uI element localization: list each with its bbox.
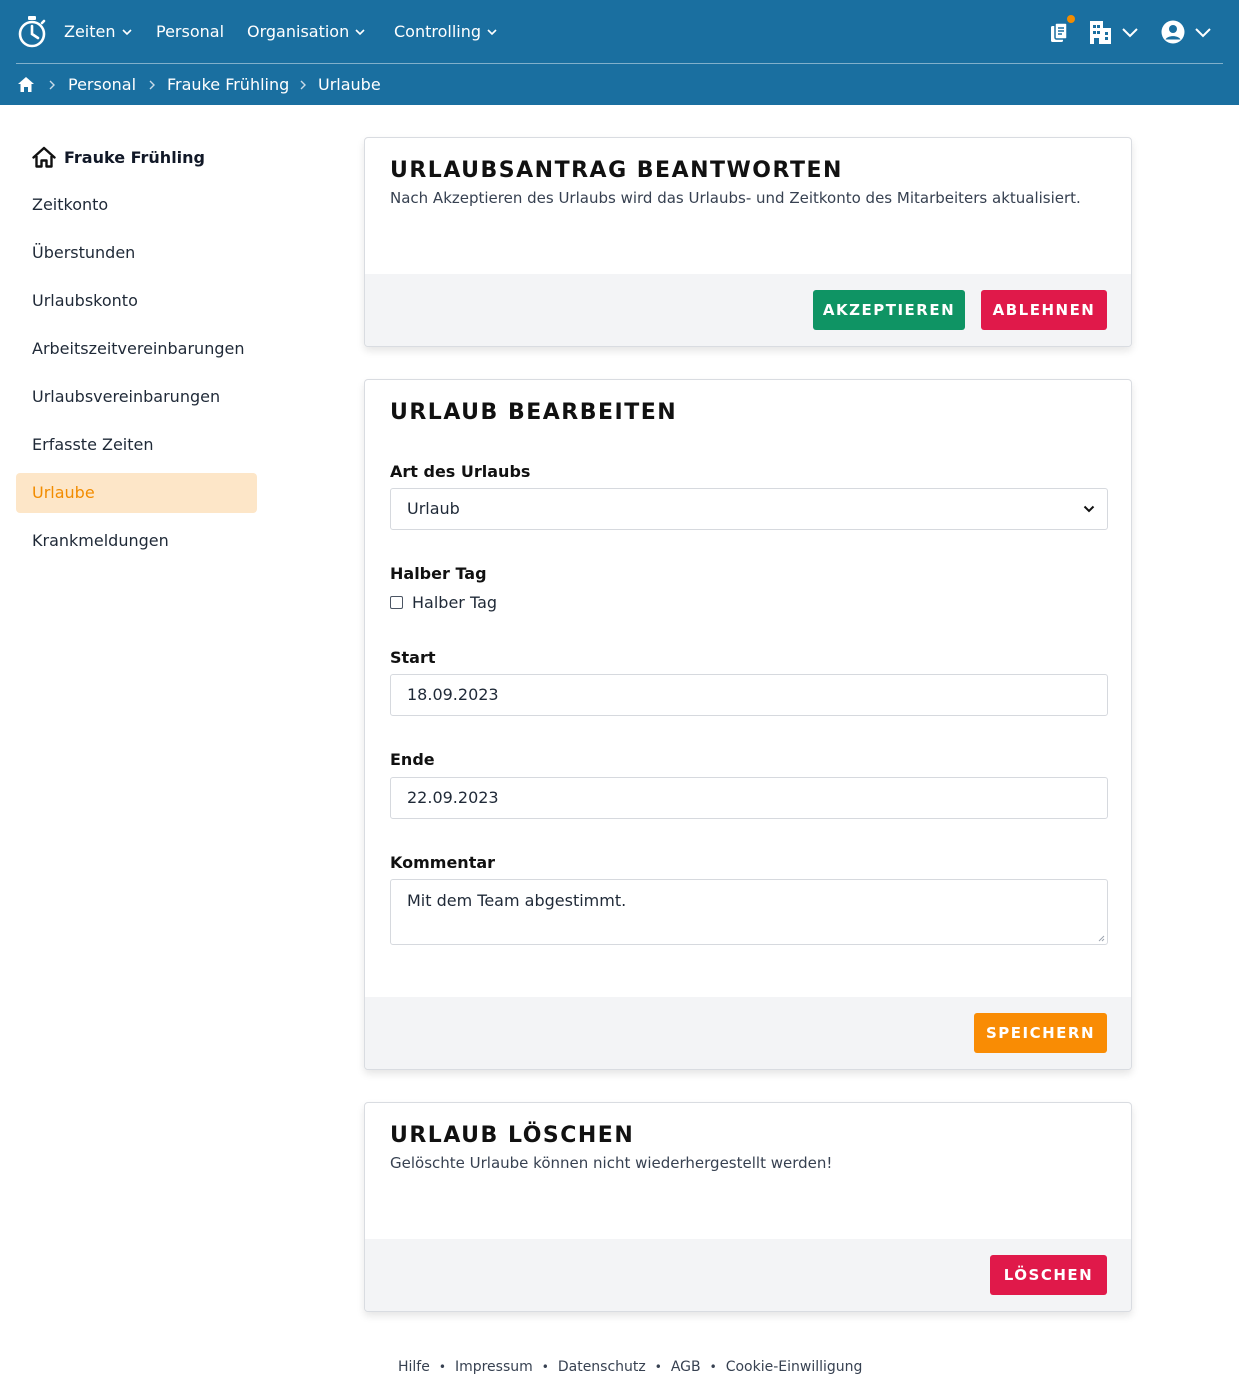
chevron-down-icon [121,29,132,36]
resize-handle-icon[interactable] [1097,934,1105,942]
delete-card-description: Gelöschte Urlaube können nicht wiederher… [390,1154,833,1172]
chevron-down-icon [1195,28,1211,38]
breadcrumb-personal[interactable]: Personal [68,74,136,96]
leave-type-value: Urlaub [407,499,460,518]
sidebar-item-erfasste-zeiten[interactable]: Erfasste Zeiten [16,425,257,465]
sidebar-item-urlaubsvereinbarungen[interactable]: Urlaubsvereinbarungen [16,377,257,417]
sidebar-item-arbeitszeitvereinbarungen[interactable]: Arbeitszeitvereinbarungen [16,329,257,369]
top-header: Zeiten Personal Organisation Controlling [0,0,1239,105]
delete-button[interactable]: LÖSCHEN [990,1255,1107,1295]
user-menu[interactable] [1161,19,1213,45]
half-day-label: Halber Tag [390,564,487,583]
chevron-right-icon [300,80,306,90]
reject-button[interactable]: ABLEHNEN [981,290,1107,330]
footer-separator: • [438,1360,446,1374]
edit-card-footer: SPEICHERN [365,997,1131,1069]
start-label: Start [390,648,436,667]
end-label: Ende [390,750,435,769]
nav-personal-label: Personal [156,22,225,41]
sidebar-employee-header[interactable]: Frauke Frühling [32,144,205,170]
comment-value: Mit dem Team abgestimmt. [407,891,627,910]
sidebar-item-zeitkonto[interactable]: Zeitkonto [16,185,257,225]
footer-link-cookie[interactable]: Cookie-Einwilligung [726,1359,863,1375]
sidebar-item-ueberstunden[interactable]: Überstunden [16,233,257,273]
sidebar-item-urlaube[interactable]: Urlaube [16,473,257,513]
clipboard-icon[interactable] [1049,21,1069,43]
breadcrumb-employee[interactable]: Frauke Frühling [167,74,289,96]
breadcrumb: Personal Frauke Frühling Urlaube [0,64,1239,105]
chevron-down-icon [355,29,365,36]
nav-personal[interactable]: Personal [156,20,224,44]
notification-dot [1067,15,1075,23]
organisation-switcher[interactable] [1089,19,1141,45]
save-button[interactable]: SPEICHERN [974,1013,1107,1053]
comment-textarea[interactable]: Mit dem Team abgestimmt. [390,879,1108,945]
footer-link-datenschutz[interactable]: Datenschutz [558,1359,646,1375]
main-navigation: Zeiten Personal Organisation Controlling [0,0,1239,63]
breadcrumb-urlaube[interactable]: Urlaube [318,74,381,96]
half-day-option[interactable]: Halber Tag [390,591,497,613]
end-date-input[interactable]: 22.09.2023 [390,777,1108,819]
chevron-right-icon [49,80,55,90]
stopwatch-logo-icon[interactable] [17,15,47,49]
home-icon[interactable] [17,76,35,93]
nav-organisation-label: Organisation [247,22,350,41]
delete-leave-card: URLAUB LÖSCHEN Gelöschte Urlaube können … [364,1102,1132,1312]
delete-card-footer: LÖSCHEN [365,1239,1131,1311]
chevron-down-icon [1083,505,1095,513]
footer-link-agb[interactable]: AGB [671,1359,701,1375]
nav-controlling-label: Controlling [394,22,482,41]
footer-link-hilfe[interactable]: Hilfe [398,1359,430,1375]
leave-type-select[interactable]: Urlaub [390,488,1108,530]
start-date-input[interactable]: 18.09.2023 [390,674,1108,716]
comment-label: Kommentar [390,853,496,872]
delete-card-title: URLAUB LÖSCHEN [390,1123,635,1148]
answer-card-description: Nach Akzeptieren des Urlaubs wird das Ur… [390,189,1081,207]
edit-card-title: URLAUB BEARBEITEN [390,400,678,425]
nav-organisation[interactable]: Organisation [247,20,366,44]
answer-card-footer: AKZEPTIEREN ABLEHNEN [365,274,1131,346]
sidebar-employee-name: Frauke Frühling [64,147,206,167]
footer-separator: • [709,1360,717,1374]
accept-button[interactable]: AKZEPTIEREN [813,290,965,330]
answer-card-title: URLAUBSANTRAG BEANTWORTEN [390,158,843,183]
sidebar-item-urlaubskonto[interactable]: Urlaubskonto [16,281,257,321]
footer-link-impressum[interactable]: Impressum [455,1359,533,1375]
nav-zeiten-label: Zeiten [64,22,116,41]
answer-request-card: URLAUBSANTRAG BEANTWORTEN Nach Akzeptier… [364,137,1132,347]
nav-controlling[interactable]: Controlling [394,20,498,44]
half-day-checkbox-label: Halber Tag [412,592,498,612]
chevron-down-icon [487,29,497,36]
edit-leave-card: URLAUB BEARBEITEN Art des Urlaubs Urlaub… [364,379,1132,1070]
house-icon [32,146,56,168]
page-footer: Hilfe • Impressum • Datenschutz • AGB • … [398,1357,862,1377]
leave-type-label: Art des Urlaubs [390,462,531,481]
building-icon [1090,21,1111,44]
chevron-right-icon [149,80,155,90]
nav-zeiten[interactable]: Zeiten [64,20,133,44]
sidebar-item-krankmeldungen[interactable]: Krankmeldungen [16,521,257,561]
footer-separator: • [541,1360,549,1374]
footer-separator: • [654,1360,662,1374]
half-day-checkbox[interactable] [390,595,403,609]
user-circle-icon [1161,20,1185,44]
chevron-down-icon [1122,28,1138,38]
